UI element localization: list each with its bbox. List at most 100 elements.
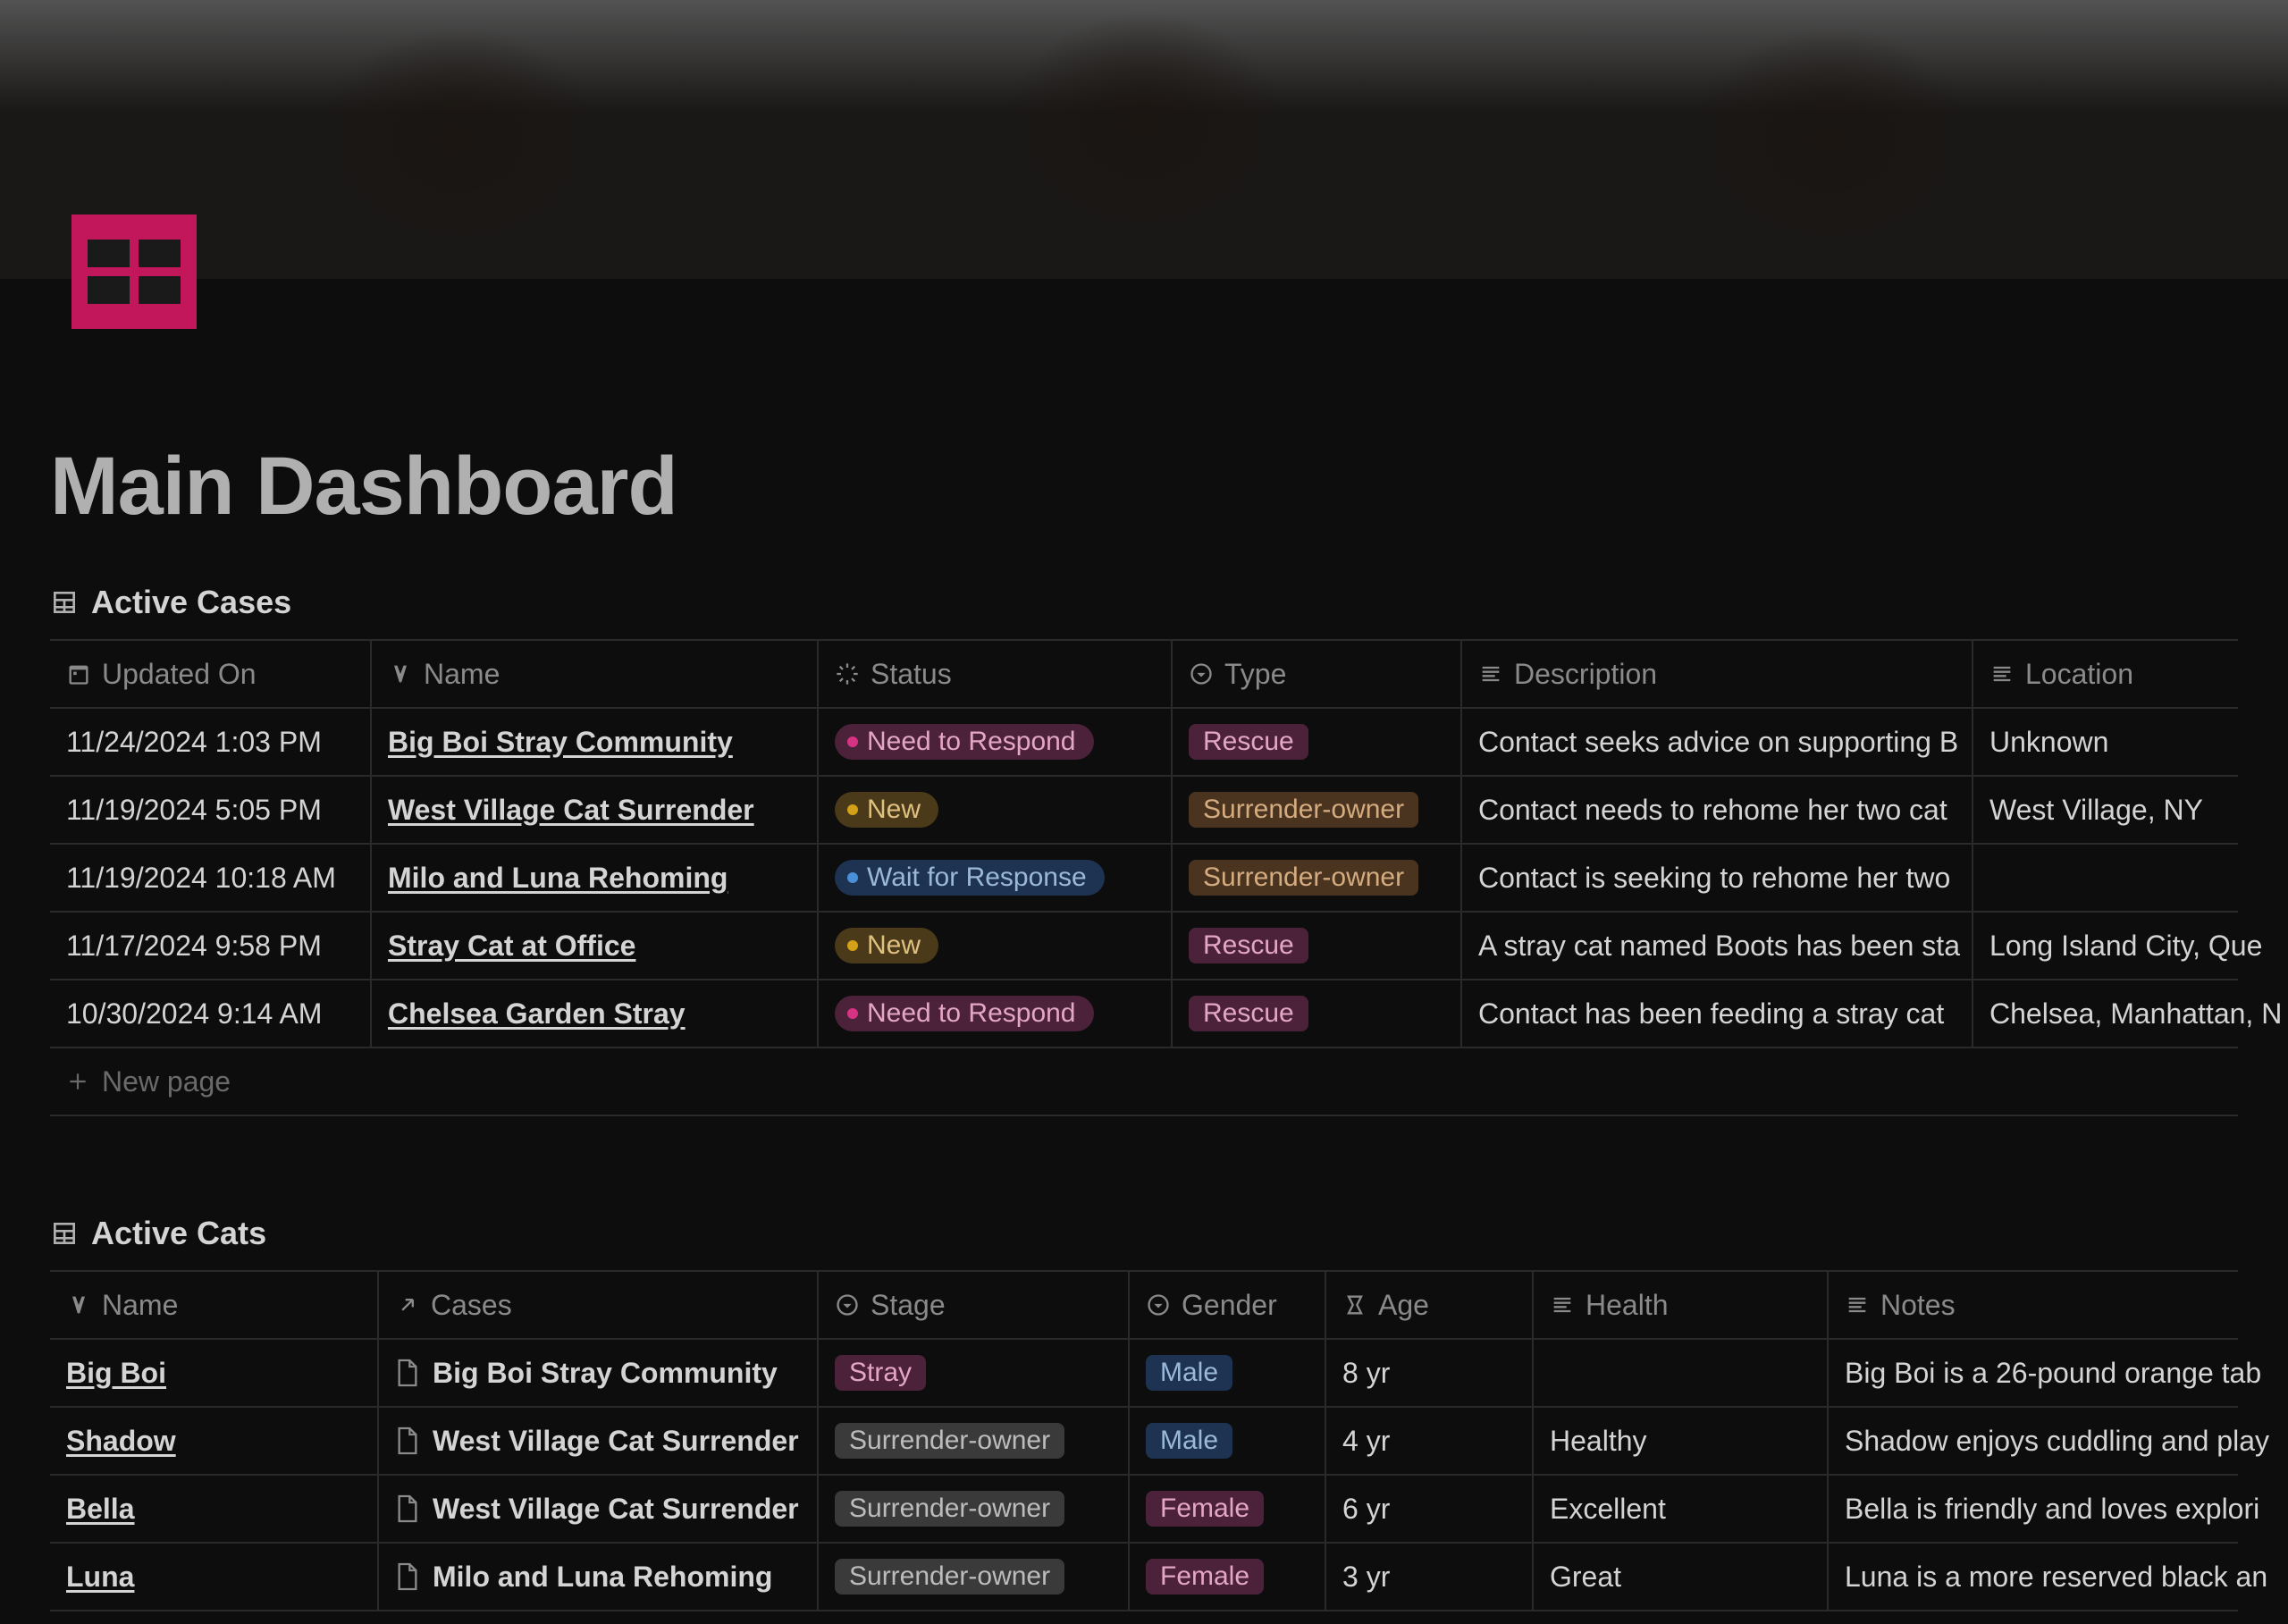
col-age[interactable]: Age (1326, 1272, 1534, 1338)
view-tab-active-cases[interactable]: Active Cases (50, 584, 2238, 621)
cell-stage[interactable]: Surrender-owner (819, 1476, 1130, 1542)
cell-age[interactable]: 8 yr (1326, 1340, 1534, 1406)
col-health[interactable]: Health (1534, 1272, 1829, 1338)
page-icon (395, 1426, 420, 1456)
cell-stage[interactable]: Stray (819, 1340, 1130, 1406)
cell-case[interactable]: Milo and Luna Rehoming (379, 1544, 819, 1610)
view-title: Active Cases (91, 584, 291, 621)
page-title[interactable]: Main Dashboard (50, 440, 2238, 534)
cell-name[interactable]: Chelsea Garden Stray (372, 980, 819, 1047)
cell-description[interactable]: Contact needs to rehome her two cat (1462, 777, 1973, 843)
cell-description[interactable]: Contact seeks advice on supporting B (1462, 709, 1973, 775)
col-status[interactable]: Status (819, 641, 1173, 707)
col-stage[interactable]: Stage (819, 1272, 1130, 1338)
cell-case[interactable]: West Village Cat Surrender (379, 1408, 819, 1474)
status-pill: New (835, 928, 938, 963)
table-row[interactable]: 11/19/2024 5:05 PMWest Village Cat Surre… (50, 777, 2238, 845)
stage-tag: Surrender-owner (835, 1423, 1064, 1459)
cell-gender[interactable]: Male (1130, 1340, 1326, 1406)
cell-stage[interactable]: Surrender-owner (819, 1544, 1130, 1610)
select-icon (835, 1292, 860, 1317)
cell-updated[interactable]: 11/19/2024 10:18 AM (50, 845, 372, 911)
text-icon (1845, 1292, 1870, 1317)
cell-name[interactable]: Luna (50, 1544, 379, 1610)
col-updated-on[interactable]: Updated On (50, 641, 372, 707)
cell-updated[interactable]: 11/19/2024 5:05 PM (50, 777, 372, 843)
type-tag: Surrender-owner (1189, 792, 1418, 828)
table-row[interactable]: BellaWest Village Cat Surrender Surrender… (50, 1476, 2238, 1544)
col-name[interactable]: Name (50, 1272, 379, 1338)
table-row[interactable]: Big BoiBig Boi Stray CommunityStrayMale8… (50, 1340, 2238, 1408)
cell-name[interactable]: Big Boi Stray Community (372, 709, 819, 775)
cell-name[interactable]: Stray Cat at Office (372, 913, 819, 979)
cell-status[interactable]: Wait for Response (819, 845, 1173, 911)
table-row[interactable]: 11/24/2024 1:03 PMBig Boi Stray Communit… (50, 709, 2238, 777)
cell-updated[interactable]: 11/24/2024 1:03 PM (50, 709, 372, 775)
cell-health[interactable]: Great (1534, 1544, 1829, 1610)
cell-gender[interactable]: Female (1130, 1544, 1326, 1610)
status-pill: Need to Respond (835, 724, 1094, 760)
cell-case[interactable]: Big Boi Stray Community (379, 1340, 819, 1406)
cell-status[interactable]: Need to Respond (819, 709, 1173, 775)
cell-description[interactable]: A stray cat named Boots has been sta (1462, 913, 1973, 979)
cell-status[interactable]: New (819, 777, 1173, 843)
cell-description[interactable]: Contact is seeking to rehome her two (1462, 845, 1973, 911)
cell-name[interactable]: Bella (50, 1476, 379, 1542)
cell-type[interactable]: Rescue (1173, 709, 1462, 775)
cell-type[interactable]: Rescue (1173, 913, 1462, 979)
cell-status[interactable]: New (819, 913, 1173, 979)
cell-name[interactable]: Milo and Luna Rehoming (372, 845, 819, 911)
cell-location[interactable]: Unknown (1973, 709, 2288, 775)
col-type[interactable]: Type (1173, 641, 1462, 707)
col-notes[interactable]: Notes (1829, 1272, 2288, 1338)
cell-health[interactable] (1534, 1340, 1829, 1406)
cell-type[interactable]: Rescue (1173, 980, 1462, 1047)
text-icon (1478, 661, 1503, 686)
cell-age[interactable]: 6 yr (1326, 1476, 1534, 1542)
cell-location[interactable] (1973, 845, 2288, 911)
cell-age[interactable]: 3 yr (1326, 1544, 1534, 1610)
cell-type[interactable]: Surrender-owner (1173, 845, 1462, 911)
cell-notes[interactable]: Bella is friendly and loves explori (1829, 1476, 2288, 1542)
col-location[interactable]: Location (1973, 641, 2288, 707)
type-tag: Rescue (1189, 724, 1308, 760)
cell-status[interactable]: Need to Respond (819, 980, 1173, 1047)
cell-health[interactable]: Excellent (1534, 1476, 1829, 1542)
col-description[interactable]: Description (1462, 641, 1973, 707)
title-icon (66, 1292, 91, 1317)
cell-notes[interactable]: Shadow enjoys cuddling and play (1829, 1408, 2288, 1474)
table-row[interactable]: 11/19/2024 10:18 AMMilo and Luna Rehomin… (50, 845, 2238, 913)
cell-type[interactable]: Surrender-owner (1173, 777, 1462, 843)
col-cases[interactable]: Cases (379, 1272, 819, 1338)
cell-name[interactable]: Shadow (50, 1408, 379, 1474)
cell-gender[interactable]: Male (1130, 1408, 1326, 1474)
status-pill: New (835, 792, 938, 828)
cell-health[interactable]: Healthy (1534, 1408, 1829, 1474)
cell-gender[interactable]: Female (1130, 1476, 1326, 1542)
cell-age[interactable]: 4 yr (1326, 1408, 1534, 1474)
view-tab-active-cats[interactable]: Active Cats (50, 1215, 2238, 1252)
cell-updated[interactable]: 10/30/2024 9:14 AM (50, 980, 372, 1047)
stage-tag: Surrender-owner (835, 1491, 1064, 1527)
cell-name[interactable]: Big Boi (50, 1340, 379, 1406)
new-page-button[interactable]: New page (50, 1048, 2238, 1116)
cell-notes[interactable]: Big Boi is a 26-pound orange tab (1829, 1340, 2288, 1406)
cell-notes[interactable]: Luna is a more reserved black an (1829, 1544, 2288, 1610)
text-icon (1989, 661, 2015, 686)
cell-description[interactable]: Contact has been feeding a stray cat (1462, 980, 1973, 1047)
table-row[interactable]: LunaMilo and Luna RehomingSurrender-owne… (50, 1544, 2238, 1611)
col-gender[interactable]: Gender (1130, 1272, 1326, 1338)
cell-stage[interactable]: Surrender-owner (819, 1408, 1130, 1474)
cell-updated[interactable]: 11/17/2024 9:58 PM (50, 913, 372, 979)
cell-location[interactable]: West Village, NY (1973, 777, 2288, 843)
table-row[interactable]: ShadowWest Village Cat Surrender Surrende… (50, 1408, 2238, 1476)
cell-name[interactable]: West Village Cat Surrender (372, 777, 819, 843)
cell-location[interactable]: Chelsea, Manhattan, N (1973, 980, 2288, 1047)
cell-location[interactable]: Long Island City, Que (1973, 913, 2288, 979)
page-icon[interactable] (72, 215, 197, 329)
table-row[interactable]: 10/30/2024 9:14 AMChelsea Garden StrayNe… (50, 980, 2238, 1048)
table-icon (50, 1219, 79, 1248)
col-name[interactable]: Name (372, 641, 819, 707)
cell-case[interactable]: West Village Cat Surrender (379, 1476, 819, 1542)
table-row[interactable]: 11/17/2024 9:58 PMStray Cat at Office New… (50, 913, 2238, 980)
